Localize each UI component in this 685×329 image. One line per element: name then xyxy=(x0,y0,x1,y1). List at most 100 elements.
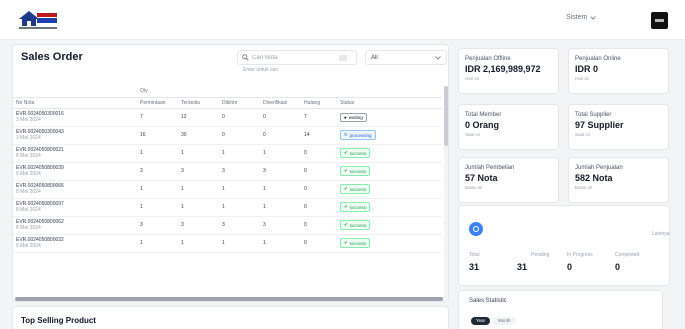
search-input[interactable] xyxy=(252,54,336,61)
table-row[interactable]: EVR.0024050800097 8 Mei 2024 1 1 1 1 0 ✔ success xyxy=(13,198,442,217)
status-badge[interactable]: ✔ success xyxy=(340,148,371,158)
column-header[interactable]: Status xyxy=(337,97,442,109)
table-row[interactable]: EVR.0024050800039 8 Mei 2024 3 3 3 3 0 ✔ success xyxy=(13,162,442,181)
qty-dikirim-cell: 1 xyxy=(219,180,260,199)
status-filter-select[interactable]: All xyxy=(365,50,447,65)
stat-card-total-supplier: Total Supplier 97 Supplier Saat ini xyxy=(568,104,669,150)
avatar[interactable] xyxy=(651,12,668,29)
table-row[interactable]: EVR.0024050800066 8 Mei 2024 1 1 1 1 0 ✔ success xyxy=(13,180,442,199)
column-header[interactable]: No Nota xyxy=(13,97,137,109)
table-horizontal-scrollbar[interactable] xyxy=(15,297,443,301)
order-number-cell[interactable]: EVR.0024050300016 3 Mei 2024 xyxy=(13,108,137,127)
table-row[interactable]: EVR.0024050300043 3 Mei 2024 16 30 0 0 14 ↻ proc… xyxy=(13,126,442,145)
qty-dikirim-cell: 3 xyxy=(219,162,260,181)
status-badge-label: waiting xyxy=(348,114,363,120)
top-selling-panel: Top Selling Product xyxy=(12,306,449,329)
sales-statistic-panel: Sales Statistic Year Month xyxy=(458,290,663,329)
table-vertical-scrollbar[interactable] xyxy=(444,86,448,298)
status-cell: ✔ success xyxy=(337,234,442,253)
qty-diverifikasi-cell: 3 xyxy=(260,162,301,181)
sales-order-panel: Sales Order Enter untuk cari All Qty No … xyxy=(12,44,449,302)
status-badge[interactable]: ✔ success xyxy=(340,238,371,248)
status-badge[interactable]: ✔ success xyxy=(340,166,371,176)
qty-diverifikasi-cell: 1 xyxy=(260,180,301,199)
order-date: 3 Mei 2024 xyxy=(16,135,41,141)
status-badge-label: success xyxy=(349,168,367,174)
stat-card-sub: Hari ini xyxy=(575,76,590,81)
tab-month[interactable]: Month xyxy=(493,317,516,325)
status-stat-in-progress: In Progress 0 xyxy=(567,252,593,272)
status-badge[interactable]: ✔ success xyxy=(340,220,371,230)
status-cell: ✔ success xyxy=(337,198,442,217)
qty-diverifikasi-cell: 0 xyxy=(260,108,301,127)
qty-permintaan-cell: 1 xyxy=(137,198,178,217)
table-row[interactable]: EVR.0024050800021 8 Mei 2024 1 1 1 1 0 ✔ success xyxy=(13,144,442,163)
order-number-cell[interactable]: EVR.0024050800032 8 Mei 2024 xyxy=(13,234,137,253)
order-number-cell[interactable]: EVR.0024050800039 8 Mei 2024 xyxy=(13,162,137,181)
user-menu[interactable]: Sistem xyxy=(566,14,597,21)
tab-year[interactable]: Year xyxy=(471,317,491,325)
status-stat-label: Pending xyxy=(531,252,550,258)
order-number-cell[interactable]: EVR.0024050800021 8 Mei 2024 xyxy=(13,144,137,163)
stat-card-sub: Hari ini xyxy=(465,76,480,81)
qty-dikirim-cell: 0 xyxy=(219,108,260,127)
qty-hutang-cell: 0 xyxy=(301,180,337,199)
status-more-link[interactable]: Lainnya xyxy=(652,231,670,237)
status-stat-pending: Pending 31 xyxy=(517,252,549,272)
stat-card-jumlah-pembelian: Jumlah Pembelian 57 Nota Bulan ini xyxy=(458,157,559,203)
company-logo[interactable] xyxy=(15,7,59,31)
status-stat-value: 0 xyxy=(567,262,573,272)
column-header[interactable]: Dikirim xyxy=(219,97,260,109)
barcode-icon[interactable] xyxy=(339,54,347,61)
status-cell: ✔ success xyxy=(337,162,442,181)
stat-card-value: 57 Nota xyxy=(465,173,498,183)
stat-card-penjualan-offline: Penjualan Offline IDR 2,169,989,972 Hari… xyxy=(458,48,559,94)
user-menu-label: Sistem xyxy=(566,14,588,21)
order-date: 8 Mei 2024 xyxy=(16,153,41,159)
order-date: 8 Mei 2024 xyxy=(16,189,41,195)
sales-statistic-title: Sales Statistic xyxy=(469,298,507,304)
qty-diverifikasi-cell: 1 xyxy=(260,234,301,253)
table-row[interactable]: EVR.0024050300016 3 Mei 2024 7 12 0 0 7 ● waitin… xyxy=(13,108,442,127)
status-badge[interactable]: ● waiting xyxy=(340,112,367,122)
qty-dikirim-cell: 1 xyxy=(219,198,260,217)
check-circle-icon: ✔ xyxy=(344,150,348,155)
qty-tersedia-cell: 1 xyxy=(178,234,219,253)
status-circle-icon xyxy=(469,222,483,236)
column-header[interactable]: Diverifikasi xyxy=(260,97,301,109)
table-row[interactable]: EVR.0024050800062 8 Mei 2024 3 3 3 3 0 ✔ success xyxy=(13,216,442,235)
stat-card-value: IDR 0 xyxy=(575,64,599,74)
status-badge[interactable]: ↻ processing xyxy=(340,130,376,140)
order-status-summary: Lainnya Total 31 Pending 31 In Progress … xyxy=(458,205,670,286)
refresh-icon: ↻ xyxy=(344,132,348,137)
status-badge[interactable]: ✔ success xyxy=(340,202,371,212)
order-date: 8 Mei 2024 xyxy=(16,171,41,177)
stat-card-penjualan-online: Penjualan Online IDR 0 Hari ini xyxy=(568,48,669,94)
order-number-cell[interactable]: EVR.0024050300043 3 Mei 2024 xyxy=(13,126,137,145)
check-circle-icon: ✔ xyxy=(344,204,348,209)
sales-order-table: Qty No Nota Permintaan Tersedia Dikirim … xyxy=(13,86,442,253)
status-cell: ● waiting xyxy=(337,108,442,127)
column-header[interactable]: Tersedia xyxy=(178,97,219,109)
column-header[interactable]: Hutang xyxy=(301,97,337,109)
qty-hutang-cell: 0 xyxy=(301,216,337,235)
qty-dikirim-cell: 3 xyxy=(219,216,260,235)
order-number-cell[interactable]: EVR.0024050800062 8 Mei 2024 xyxy=(13,216,137,235)
qty-dikirim-cell: 0 xyxy=(219,126,260,145)
chevron-down-icon xyxy=(435,55,441,60)
order-date: 8 Mei 2024 xyxy=(16,225,41,231)
status-stat-total: Total 31 xyxy=(469,252,480,272)
qty-permintaan-cell: 1 xyxy=(137,180,178,199)
order-number-cell[interactable]: EVR.0024050800066 8 Mei 2024 xyxy=(13,180,137,199)
table-row[interactable]: EVR.0024050800032 8 Mei 2024 1 1 1 1 0 ✔ success xyxy=(13,234,442,253)
order-number-cell[interactable]: EVR.0024050800097 8 Mei 2024 xyxy=(13,198,137,217)
qty-tersedia-cell: 1 xyxy=(178,198,219,217)
search-icon xyxy=(242,54,249,61)
status-badge[interactable]: ✔ success xyxy=(340,184,371,194)
stat-card-value: 0 Orang xyxy=(465,120,500,130)
table-header-row: No Nota Permintaan Tersedia Dikirim Dive… xyxy=(13,97,442,109)
stat-card-title: Jumlah Pembelian xyxy=(465,165,515,171)
column-header[interactable]: Permintaan xyxy=(137,97,178,109)
qty-tersedia-cell: 3 xyxy=(178,216,219,235)
search-box[interactable] xyxy=(237,50,357,65)
